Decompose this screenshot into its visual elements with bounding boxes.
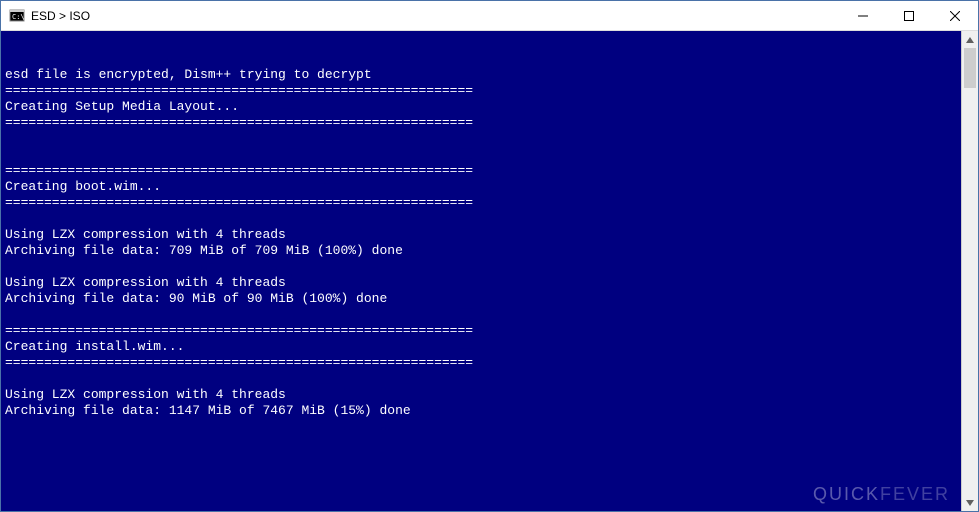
minimize-button[interactable]: [840, 1, 886, 30]
scroll-track[interactable]: [962, 48, 978, 494]
scroll-down-button[interactable]: [962, 494, 978, 511]
scroll-up-button[interactable]: [962, 31, 978, 48]
client-area: esd file is encrypted, Dism++ trying to …: [1, 31, 978, 511]
app-icon: C:\: [9, 8, 25, 24]
titlebar[interactable]: C:\ ESD > ISO: [1, 1, 978, 31]
svg-text:C:\: C:\: [12, 13, 25, 21]
vertical-scrollbar[interactable]: [961, 31, 978, 511]
maximize-button[interactable]: [886, 1, 932, 30]
window-controls: [840, 1, 978, 30]
window-title: ESD > ISO: [31, 9, 840, 23]
scroll-thumb[interactable]: [964, 48, 976, 88]
console-output[interactable]: esd file is encrypted, Dism++ trying to …: [1, 31, 961, 511]
close-button[interactable]: [932, 1, 978, 30]
app-window: C:\ ESD > ISO esd file is encrypted, Dis…: [0, 0, 979, 512]
